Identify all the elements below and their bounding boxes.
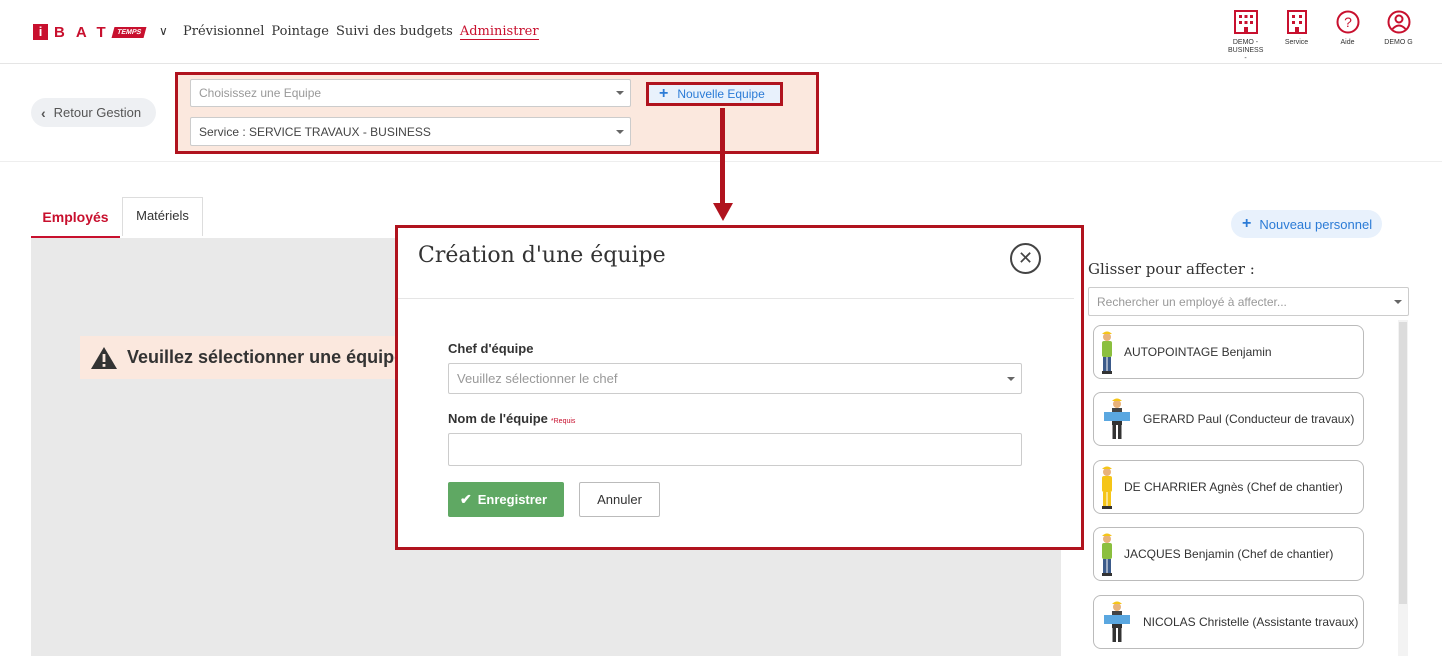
chef-select[interactable]: Veuillez sélectionner le chef <box>448 363 1022 394</box>
annotation-arrow-head <box>713 203 733 221</box>
employee-name: JACQUES Benjamin (Chef de chantier) <box>1124 547 1334 561</box>
employee-card[interactable]: AUTOPOINTAGE Benjamin <box>1093 325 1364 379</box>
back-button-label: Retour Gestion <box>53 105 142 120</box>
caret-down-icon <box>1007 376 1015 381</box>
foreman-icon <box>1104 601 1130 642</box>
worker-icon <box>1102 331 1112 374</box>
required-mark: *Requis <box>550 418 576 425</box>
building-icon <box>1233 10 1258 34</box>
main-nav: Prévisionnel Pointage Suivi des budgets … <box>183 24 539 40</box>
app-logo[interactable]: i BAT TEMPS <box>33 23 147 41</box>
nav-item-previsionnel[interactable]: Prévisionnel <box>183 24 264 40</box>
tab-materiels[interactable]: Matériels <box>122 197 203 236</box>
plus-icon: + <box>1242 215 1252 232</box>
back-button[interactable]: ‹ Retour Gestion <box>31 98 156 127</box>
user-icon <box>1387 10 1410 34</box>
new-team-label: Nouvelle Equipe <box>677 87 765 101</box>
tab-employes[interactable]: Employés <box>31 199 120 238</box>
nom-label: Nom de l'équipe <box>448 411 548 426</box>
annotation-arrow-line <box>720 108 725 204</box>
select-team-warning: Veuillez sélectionner une équipe <box>80 336 410 379</box>
top-icons: DEMO - BUSINESS - Service ? Aide DEMO G <box>1228 10 1416 63</box>
worker-icon <box>1102 533 1112 576</box>
plus-icon: + <box>659 85 669 102</box>
modal-divider <box>398 298 1074 299</box>
cancel-button[interactable]: Annuler <box>579 482 660 517</box>
team-name-input[interactable] <box>448 433 1022 466</box>
service-select[interactable]: Service : SERVICE TRAVAUX - BUSINESS <box>190 117 631 146</box>
building-icon <box>1286 10 1307 34</box>
chef-label: Chef d'équipe <box>448 341 534 356</box>
top-icon-service[interactable]: Service <box>1279 10 1314 63</box>
new-team-button[interactable]: + Nouvelle Equipe <box>646 82 783 106</box>
caret-down-icon <box>616 129 624 134</box>
employee-search-placeholder: Rechercher un employé à affecter... <box>1097 294 1287 309</box>
employee-card[interactable]: DE CHARRIER Agnès (Chef de chantier) <box>1093 460 1364 514</box>
nav-item-pointage[interactable]: Pointage <box>271 24 329 40</box>
logo-letters: BAT <box>54 23 117 41</box>
save-button[interactable]: ✔ Enregistrer <box>448 482 564 517</box>
new-staff-label: Nouveau personnel <box>1259 216 1373 232</box>
create-team-modal: Création d'une équipe ✕ Chef d'équipe Ve… <box>395 225 1084 550</box>
close-icon[interactable]: ✕ <box>1010 243 1041 274</box>
scrollbar-thumb[interactable] <box>1399 322 1407 604</box>
top-icon-company[interactable]: DEMO - BUSINESS - <box>1228 10 1263 63</box>
employee-name: NICOLAS Christelle (Assistante travaux) <box>1143 615 1359 629</box>
top-icon-user-label: DEMO G <box>1384 39 1413 46</box>
logo-temps: TEMPS <box>111 26 147 38</box>
logo-i: i <box>33 24 48 40</box>
team-select-placeholder: Choisissez une Equipe <box>199 86 322 100</box>
warning-icon <box>91 346 117 369</box>
team-select[interactable]: Choisissez une Equipe <box>190 79 631 107</box>
check-icon: ✔ <box>460 491 472 507</box>
employee-search-select[interactable]: Rechercher un employé à affecter... <box>1088 287 1409 316</box>
chevron-left-icon: ‹ <box>41 104 46 121</box>
employee-name: DE CHARRIER Agnès (Chef de chantier) <box>1124 480 1343 494</box>
employee-name: GERARD Paul (Conducteur de travaux) <box>1143 412 1355 426</box>
service-select-value: Service : SERVICE TRAVAUX - BUSINESS <box>199 124 431 139</box>
svg-text:?: ? <box>1344 14 1352 30</box>
chef-select-placeholder: Veuillez sélectionner le chef <box>457 371 618 386</box>
top-navbar: i BAT TEMPS ∨ Prévisionnel Pointage Suiv… <box>0 0 1442 64</box>
caret-down-icon <box>1394 299 1402 304</box>
drag-to-assign-label: Glisser pour affecter : <box>1088 260 1255 278</box>
foreman-icon <box>1104 398 1130 439</box>
warning-text: Veuillez sélectionner une équipe <box>127 347 405 367</box>
nav-item-administrer[interactable]: Administrer <box>459 24 539 40</box>
top-icon-help[interactable]: ? Aide <box>1330 10 1365 63</box>
new-staff-button[interactable]: + Nouveau personnel <box>1231 210 1382 238</box>
save-button-label: Enregistrer <box>477 492 548 507</box>
employee-card[interactable]: JACQUES Benjamin (Chef de chantier) <box>1093 527 1364 581</box>
chevron-down-icon[interactable]: ∨ <box>159 24 168 38</box>
top-icon-user[interactable]: DEMO G <box>1381 10 1416 63</box>
employee-name: AUTOPOINTAGE Benjamin <box>1124 345 1272 359</box>
employee-card[interactable]: NICOLAS Christelle (Assistante travaux) <box>1093 595 1364 649</box>
top-icon-help-label: Aide <box>1340 39 1355 46</box>
modal-title: Création d'une équipe <box>418 243 666 268</box>
help-icon: ? <box>1336 10 1359 34</box>
employee-card[interactable]: GERARD Paul (Conducteur de travaux) <box>1093 392 1364 446</box>
top-icon-service-label: Service <box>1284 39 1309 46</box>
worker-icon <box>1102 466 1112 509</box>
nav-item-suivi-budgets[interactable]: Suivi des budgets <box>336 24 453 40</box>
caret-down-icon <box>616 91 624 95</box>
nom-label-row: Nom de l'équipe *Requis <box>448 411 575 426</box>
top-icon-company-label: DEMO - BUSINESS - <box>1228 39 1264 62</box>
